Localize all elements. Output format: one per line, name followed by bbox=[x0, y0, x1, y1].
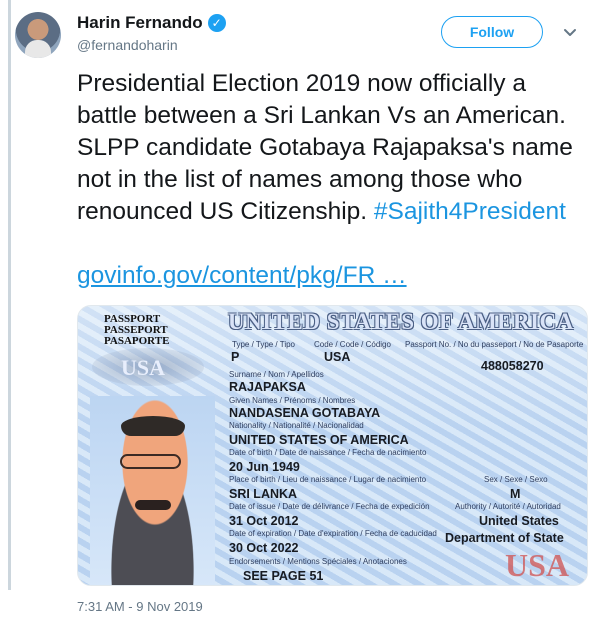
authority-line-1: United States bbox=[479, 514, 559, 528]
type-label: Type / Type / Tipo bbox=[232, 340, 295, 349]
sex-label: Sex / Sexe / Sexo bbox=[484, 475, 548, 484]
surname-label: Surname / Nom / Apellidos bbox=[229, 370, 324, 379]
header-line-3: PASAPORTE bbox=[104, 335, 170, 347]
passport-number: 488058270 bbox=[481, 359, 544, 373]
given-names-label: Given Names / Prénoms / Nombres bbox=[229, 396, 356, 405]
passport-no-label: Passport No. / No du passeport / No de P… bbox=[405, 340, 584, 349]
glasses-icon bbox=[120, 454, 181, 469]
type-value: P bbox=[231, 350, 240, 364]
nationality-value: UNITED STATES OF AMERICA bbox=[229, 433, 409, 447]
sex-value: M bbox=[510, 487, 521, 501]
tweet-text: Presidential Election 2019 now officiall… bbox=[77, 68, 592, 228]
display-name[interactable]: Harin Fernando bbox=[77, 13, 203, 33]
pob-label: Place of birth / Lieu de naissance / Lug… bbox=[229, 475, 427, 484]
authority-label: Authority / Autorité / Autoridad bbox=[455, 502, 561, 511]
issue-date-label: Date of issue / Date de délivrance / Fec… bbox=[229, 502, 430, 511]
authority-line-2: Department of State bbox=[445, 531, 564, 545]
passport-title: UNITED STATES OF AMERICA bbox=[228, 309, 574, 334]
endorsements-value: SEE PAGE 51 bbox=[243, 569, 324, 583]
expiry-date-label: Date of expiration / Date d'expiration /… bbox=[229, 529, 437, 538]
tweet-timestamp[interactable]: 7:31 AM - 9 Nov 2019 bbox=[77, 599, 203, 614]
code-label: Code / Code / Código bbox=[314, 340, 391, 349]
usa-seal: USA bbox=[92, 348, 204, 386]
follow-button[interactable]: Follow bbox=[441, 16, 543, 48]
dob-label: Date of birth / Date de naissance / Fech… bbox=[229, 448, 427, 457]
pob-value: SRI LANKA bbox=[229, 487, 298, 501]
issue-date-value: 31 Oct 2012 bbox=[229, 514, 299, 528]
passport-header: PASSPORT PASSEPORT PASAPORTE bbox=[104, 314, 169, 347]
thread-line bbox=[8, 0, 11, 590]
code-value: USA bbox=[324, 350, 351, 364]
passport-photo bbox=[90, 396, 215, 585]
endorsements-label: Endorsements / Mentions Spéciales / Anot… bbox=[229, 557, 407, 566]
nationality-label: Nationality / Nationalité / Nacionalidad bbox=[229, 421, 364, 430]
verified-check-icon: ✓ bbox=[207, 14, 226, 32]
expiry-date-value: 30 Oct 2022 bbox=[229, 541, 299, 555]
tweet-image[interactable]: PASSPORT PASSEPORT PASAPORTE UNITED STAT… bbox=[77, 305, 588, 586]
name-row: Harin Fernando ✓ bbox=[77, 13, 226, 33]
profile-avatar[interactable] bbox=[15, 12, 61, 58]
usa-footer-mark: USA bbox=[504, 547, 569, 583]
dob-value: 20 Jun 1949 bbox=[229, 460, 300, 474]
surname-value: RAJAPAKSA bbox=[229, 380, 306, 394]
given-names-value: NANDASENA GOTABAYA bbox=[229, 406, 381, 420]
profile-handle[interactable]: @fernandoharin bbox=[77, 37, 178, 53]
usa-seal-text: USA bbox=[121, 355, 166, 380]
tweet-url-link[interactable]: govinfo.gov/content/pkg/FR … bbox=[77, 262, 407, 290]
hashtag-link[interactable]: #Sajith4President bbox=[374, 198, 566, 225]
chevron-down-icon[interactable] bbox=[563, 25, 577, 39]
